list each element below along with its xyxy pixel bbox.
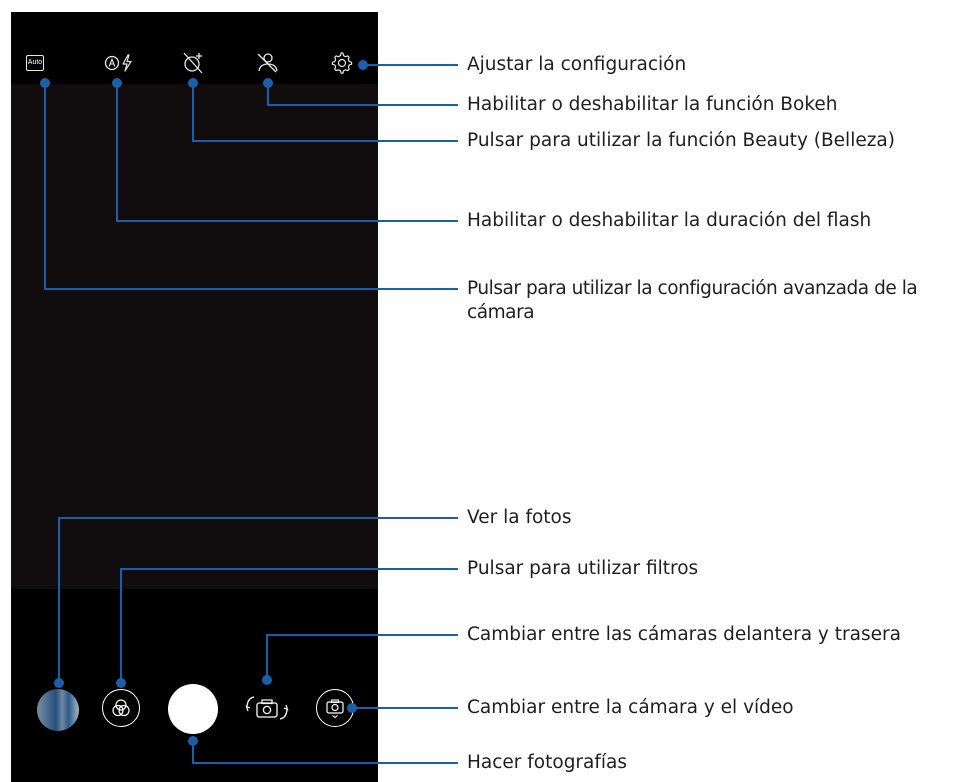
leader-dot-bokeh: [263, 78, 273, 88]
leader-flash: [116, 83, 458, 222]
leader-switch-camera: [266, 634, 458, 680]
leader-shutter: [192, 741, 458, 764]
leader-beauty: [192, 83, 458, 142]
callout-filters: Pulsar para utilizar filtros: [467, 558, 699, 579]
callout-shutter: Hacer fotografías: [467, 752, 628, 773]
callout-gallery: Ver la fotos: [467, 507, 572, 528]
callout-bokeh: Habilitar o deshabilitar la función Boke…: [467, 94, 838, 115]
leader-dot-switch-camera: [262, 675, 272, 685]
leader-filters: [120, 568, 458, 683]
leader-bokeh: [267, 83, 458, 106]
leader-dot-flash: [112, 78, 122, 88]
leader-dot-settings: [358, 60, 368, 70]
callout-flash: Habilitar o deshabilitar la duración del…: [467, 210, 872, 231]
callout-beauty: Pulsar para utilizar la función Beauty (…: [467, 130, 895, 151]
leader-dot-beauty: [188, 78, 198, 88]
leader-dot-filters: [116, 678, 126, 688]
leader-gallery: [58, 517, 458, 683]
callout-settings: Ajustar la configuración: [467, 54, 687, 75]
leader-dot-advanced: [40, 78, 50, 88]
callout-lines: [40, 60, 458, 764]
leader-dot-shutter: [188, 736, 198, 746]
callout-advanced: Pulsar para utilizar la configuración av…: [467, 278, 918, 323]
leader-dot-video-mode: [347, 703, 357, 713]
leader-advanced: [44, 83, 458, 290]
callout-video-mode: Cambiar entre la cámara y el vídeo: [467, 697, 794, 718]
leader-dot-gallery: [54, 678, 64, 688]
callout-switch-camera: Cambiar entre las cámaras delantera y tr…: [467, 624, 901, 645]
